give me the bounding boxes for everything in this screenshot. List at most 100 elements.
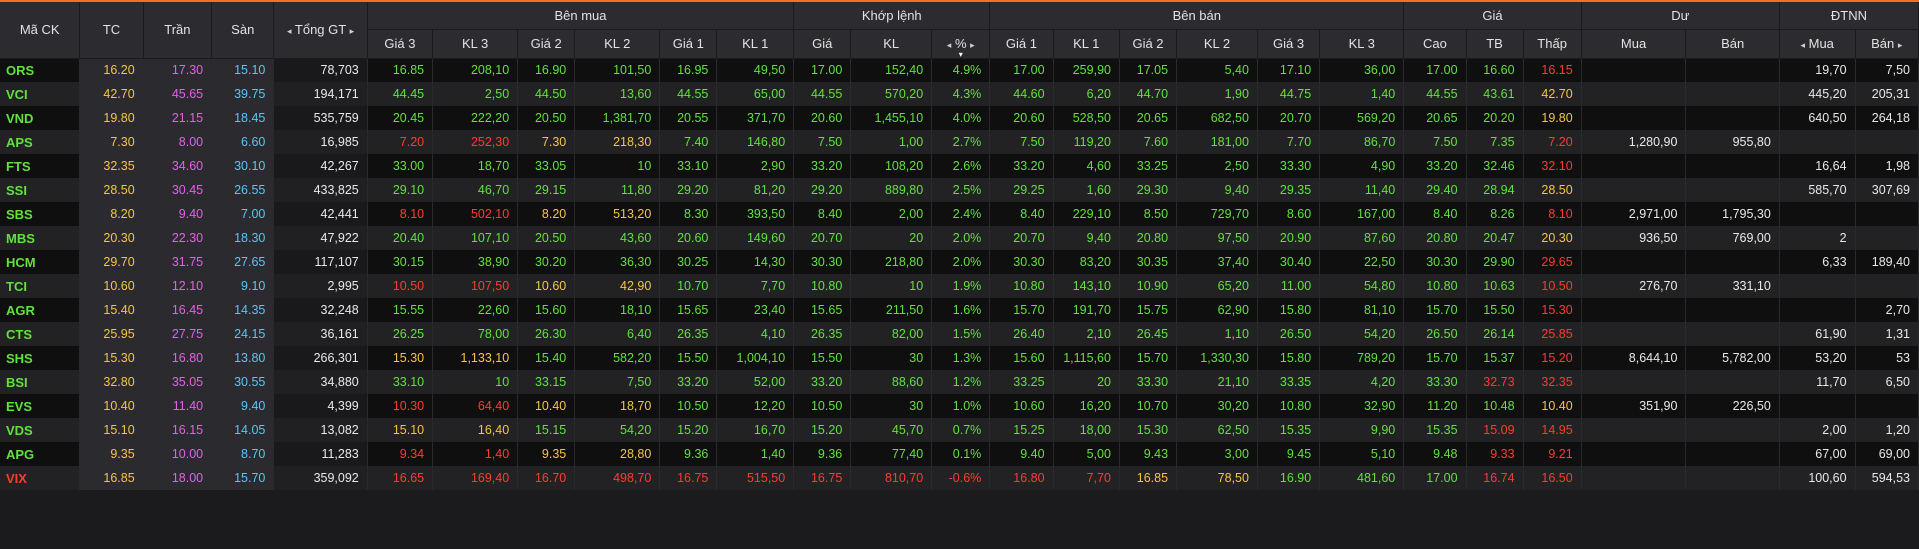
bid-vol-3-cell[interactable]: 22,60 xyxy=(432,298,519,322)
bid-vol-3-cell[interactable]: 1,40 xyxy=(432,442,519,466)
ask-vol-1-cell[interactable]: 1,60 xyxy=(1053,178,1120,202)
ask-price-1-cell[interactable]: 20.70 xyxy=(989,226,1054,250)
col-foreign-sell[interactable]: Bán ▸ xyxy=(1855,29,1919,59)
bid-vol-3-cell[interactable]: 2,50 xyxy=(432,82,519,106)
ask-price-1-cell[interactable]: 8.40 xyxy=(989,202,1054,226)
match-price-cell[interactable]: 15.50 xyxy=(793,346,852,370)
table-row[interactable]: MBS 20.30 22.30 18.30 47,922 20.40 107,10 20.50… xyxy=(0,226,1919,250)
ask-price-3-cell[interactable]: 15.80 xyxy=(1257,346,1321,370)
symbol-cell[interactable]: VIX xyxy=(0,466,81,490)
match-price-cell[interactable]: 26.35 xyxy=(793,322,852,346)
bid-vol-1-cell[interactable]: 1,40 xyxy=(716,442,795,466)
col-floor[interactable]: Sàn xyxy=(211,2,275,59)
ask-vol-2-cell[interactable]: 5,40 xyxy=(1176,58,1258,82)
match-price-cell[interactable]: 15.20 xyxy=(793,418,852,442)
match-vol-cell[interactable]: 218,80 xyxy=(850,250,933,274)
ask-vol-1-cell[interactable]: 7,70 xyxy=(1053,466,1120,490)
match-percent-cell[interactable]: 1.9% xyxy=(931,274,991,298)
ask-price-1-cell[interactable]: 33.20 xyxy=(989,154,1054,178)
symbol-cell[interactable]: APS xyxy=(0,130,81,154)
bid-vol-1-cell[interactable]: 371,70 xyxy=(716,106,795,130)
col-remaining-sell[interactable]: Bán xyxy=(1685,29,1780,59)
ask-price-2-cell[interactable]: 10.70 xyxy=(1119,394,1178,418)
symbol-cell[interactable]: SBS xyxy=(0,202,81,226)
match-price-cell[interactable]: 29.20 xyxy=(793,178,852,202)
match-price-cell[interactable]: 9.36 xyxy=(793,442,852,466)
bid-price-2-cell[interactable]: 16.70 xyxy=(517,466,576,490)
table-row[interactable]: SHS 15.30 16.80 13.80 266,301 15.30 1,133,10 15… xyxy=(0,346,1919,370)
ask-price-3-cell[interactable]: 44.75 xyxy=(1257,82,1321,106)
bid-vol-1-cell[interactable]: 12,20 xyxy=(716,394,795,418)
match-percent-cell[interactable]: 2.4% xyxy=(931,202,991,226)
match-percent-cell[interactable]: 1.5% xyxy=(931,322,991,346)
match-vol-cell[interactable]: 570,20 xyxy=(850,82,933,106)
ask-vol-2-cell[interactable]: 97,50 xyxy=(1176,226,1258,250)
match-percent-cell[interactable]: 1.0% xyxy=(931,394,991,418)
bid-vol-3-cell[interactable]: 502,10 xyxy=(432,202,519,226)
bid-price-3-cell[interactable]: 20.40 xyxy=(367,226,434,250)
ask-vol-1-cell[interactable]: 16,20 xyxy=(1053,394,1120,418)
ask-vol-1-cell[interactable]: 191,70 xyxy=(1053,298,1120,322)
table-row[interactable]: BSI 32.80 35.05 30.55 34,880 33.10 10 33.15 7,50… xyxy=(0,370,1919,394)
col-match-price[interactable]: Giá xyxy=(793,29,852,59)
ask-price-3-cell[interactable]: 11.00 xyxy=(1257,274,1321,298)
bid-vol-2-cell[interactable]: 36,30 xyxy=(574,250,661,274)
bid-price-2-cell[interactable]: 44.50 xyxy=(517,82,576,106)
bid-vol-3-cell[interactable]: 107,10 xyxy=(432,226,519,250)
bid-price-1-cell[interactable]: 29.20 xyxy=(659,178,718,202)
ask-price-1-cell[interactable]: 15.60 xyxy=(989,346,1054,370)
bid-vol-2-cell[interactable]: 7,50 xyxy=(574,370,661,394)
table-row[interactable]: EVS 10.40 11.40 9.40 4,399 10.30 64,40 10.40 18,… xyxy=(0,394,1919,418)
ask-vol-3-cell[interactable]: 5,10 xyxy=(1319,442,1405,466)
bid-price-1-cell[interactable]: 33.10 xyxy=(659,154,718,178)
bid-price-1-cell[interactable]: 30.25 xyxy=(659,250,718,274)
bid-vol-3-cell[interactable]: 78,00 xyxy=(432,322,519,346)
ask-vol-2-cell[interactable]: 21,10 xyxy=(1176,370,1258,394)
bid-price-3-cell[interactable]: 29.10 xyxy=(367,178,434,202)
ask-vol-1-cell[interactable]: 5,00 xyxy=(1053,442,1120,466)
ask-vol-1-cell[interactable]: 229,10 xyxy=(1053,202,1120,226)
ask-vol-3-cell[interactable]: 87,60 xyxy=(1319,226,1405,250)
col-reference[interactable]: TC xyxy=(79,2,144,59)
bid-price-3-cell[interactable]: 33.10 xyxy=(367,370,434,394)
ask-price-2-cell[interactable]: 20.80 xyxy=(1119,226,1178,250)
ask-vol-1-cell[interactable]: 9,40 xyxy=(1053,226,1120,250)
ask-vol-3-cell[interactable]: 569,20 xyxy=(1319,106,1405,130)
ask-vol-3-cell[interactable]: 167,00 xyxy=(1319,202,1405,226)
ask-price-3-cell[interactable]: 30.40 xyxy=(1257,250,1321,274)
bid-price-2-cell[interactable]: 29.15 xyxy=(517,178,576,202)
ask-vol-3-cell[interactable]: 4,20 xyxy=(1319,370,1405,394)
ask-vol-1-cell[interactable]: 6,20 xyxy=(1053,82,1120,106)
match-vol-cell[interactable]: 1,455,10 xyxy=(850,106,933,130)
bid-vol-3-cell[interactable]: 1,133,10 xyxy=(432,346,519,370)
bid-price-3-cell[interactable]: 44.45 xyxy=(367,82,434,106)
bid-price-2-cell[interactable]: 33.15 xyxy=(517,370,576,394)
table-row[interactable]: VIX 16.85 18.00 15.70 359,092 16.65 169,40 16.7… xyxy=(0,466,1919,490)
symbol-cell[interactable]: SSI xyxy=(0,178,81,202)
bid-price-2-cell[interactable]: 10.60 xyxy=(517,274,576,298)
bid-price-2-cell[interactable]: 33.05 xyxy=(517,154,576,178)
bid-vol-3-cell[interactable]: 64,40 xyxy=(432,394,519,418)
bid-price-1-cell[interactable]: 20.55 xyxy=(659,106,718,130)
ask-vol-3-cell[interactable]: 9,90 xyxy=(1319,418,1405,442)
ask-price-3-cell[interactable]: 33.30 xyxy=(1257,154,1321,178)
bid-price-2-cell[interactable]: 10.40 xyxy=(517,394,576,418)
ask-vol-1-cell[interactable]: 18,00 xyxy=(1053,418,1120,442)
bid-vol-1-cell[interactable]: 1,004,10 xyxy=(716,346,795,370)
match-percent-cell[interactable]: 0.7% xyxy=(931,418,991,442)
ask-price-2-cell[interactable]: 10.90 xyxy=(1119,274,1178,298)
bid-vol-2-cell[interactable]: 18,10 xyxy=(574,298,661,322)
ask-vol-2-cell[interactable]: 3,00 xyxy=(1176,442,1258,466)
match-vol-cell[interactable]: 889,80 xyxy=(850,178,933,202)
bid-price-1-cell[interactable]: 15.20 xyxy=(659,418,718,442)
ask-price-2-cell[interactable]: 17.05 xyxy=(1119,58,1178,82)
bid-vol-3-cell[interactable]: 38,90 xyxy=(432,250,519,274)
col-total-value[interactable]: ◂ Tổng GT ▸ xyxy=(273,2,368,59)
bid-vol-3-cell[interactable]: 222,20 xyxy=(432,106,519,130)
symbol-cell[interactable]: VND xyxy=(0,106,81,130)
ask-vol-2-cell[interactable]: 62,90 xyxy=(1176,298,1258,322)
ask-vol-3-cell[interactable]: 1,40 xyxy=(1319,82,1405,106)
ask-vol-1-cell[interactable]: 20 xyxy=(1053,370,1120,394)
col-low[interactable]: Thấp xyxy=(1523,29,1582,59)
symbol-cell[interactable]: SHS xyxy=(0,346,81,370)
